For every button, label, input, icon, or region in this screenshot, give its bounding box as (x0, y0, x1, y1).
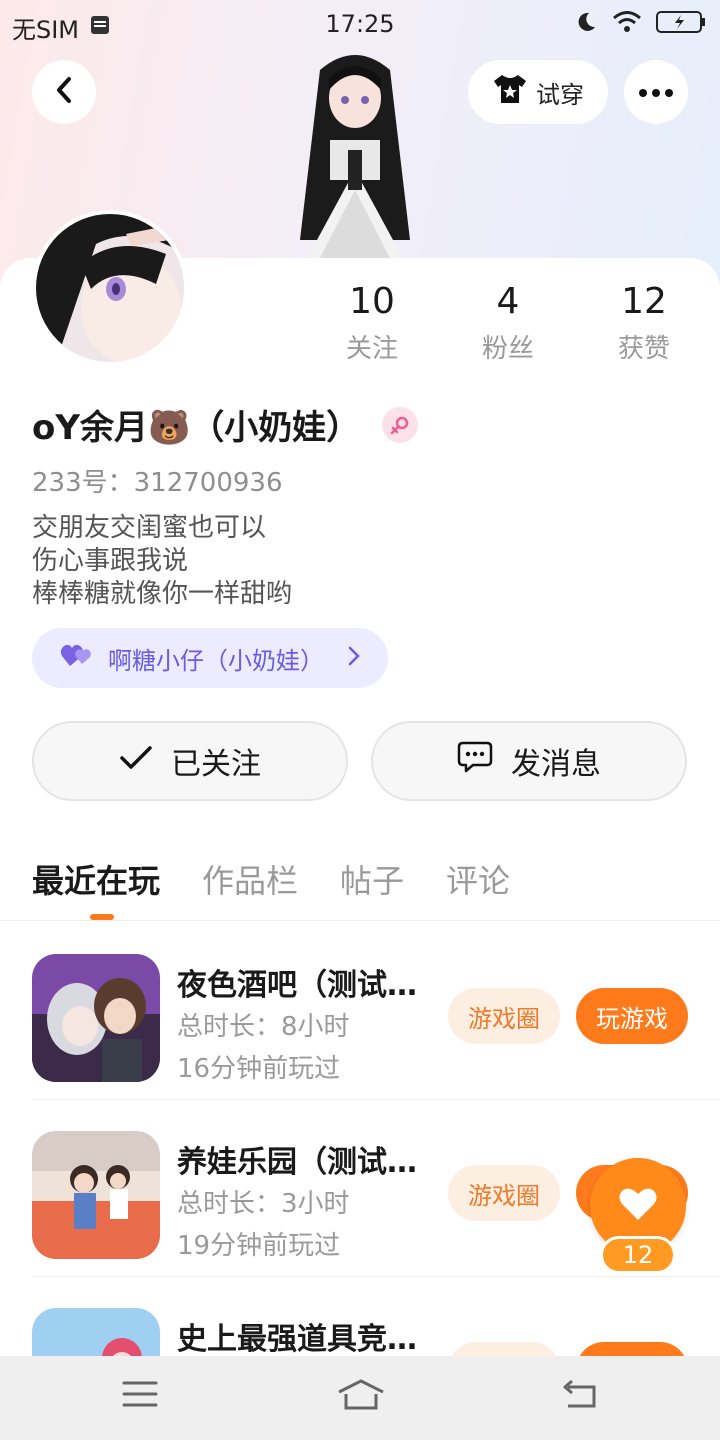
stat-following[interactable]: 10 关注 (312, 280, 432, 365)
stat-likes[interactable]: 12 获赞 (584, 280, 704, 365)
message-button[interactable]: 发消息 (371, 721, 687, 801)
system-nav-bar (0, 1356, 720, 1440)
user-id: 233号：312700936 (32, 468, 283, 498)
chat-bubble-icon (457, 740, 493, 782)
bio-line: 交朋友交闺蜜也可以 (32, 513, 267, 543)
username: oY余月🐻（小奶娃） (32, 408, 361, 448)
more-dots-icon (638, 83, 674, 102)
moon-icon (574, 10, 598, 40)
back-nav-icon[interactable] (560, 1378, 598, 1414)
bio-line: 伤心事跟我说 (32, 546, 189, 576)
bio-line: 棒棒糖就像你一样甜哟 (32, 579, 293, 609)
game-title: 史上最强道具竞… (177, 1322, 417, 1357)
avatar[interactable] (32, 210, 188, 366)
menu-icon[interactable] (122, 1378, 158, 1414)
divider (32, 1099, 720, 1100)
back-button[interactable] (32, 60, 96, 124)
game-last-played: 16分钟前玩过 (177, 1054, 341, 1084)
game-duration: 总时长：3小时 (177, 1189, 350, 1219)
avatar-character-figure (260, 40, 450, 262)
divider (0, 920, 720, 921)
double-heart-icon (60, 642, 94, 674)
followers-label: 粉丝 (481, 334, 534, 364)
list-item[interactable]: 夜色酒吧（测试… 总时长：8小时 16分钟前玩过 游戏圈 玩游戏 (0, 924, 720, 1100)
game-duration: 总时长：8小时 (177, 1012, 350, 1042)
tab-posts[interactable]: 帖子 (340, 856, 404, 902)
game-last-played: 19分钟前玩过 (177, 1231, 341, 1261)
cp-label: 啊糖小仔（小奶娃） (108, 646, 324, 675)
tab-comments[interactable]: 评论 (446, 856, 510, 902)
like-count-badge: 12 (600, 1236, 676, 1274)
shirt-icon (492, 73, 528, 111)
check-icon (119, 744, 153, 779)
female-gender-icon (382, 406, 419, 443)
likes-count: 12 (621, 281, 667, 322)
chevron-left-icon (52, 75, 76, 109)
game-icon (32, 1131, 160, 1259)
follow-button[interactable]: 已关注 (32, 721, 348, 801)
battery-icon (656, 10, 706, 40)
try-on-label: 试穿 (536, 80, 584, 109)
game-title: 养娃乐园（测试… (177, 1145, 417, 1180)
home-icon[interactable] (336, 1378, 386, 1416)
game-circle-button[interactable]: 游戏圈 (448, 1165, 560, 1221)
following-count: 10 (349, 281, 395, 322)
heart-icon (618, 1186, 658, 1226)
cp-relation-pill[interactable]: 啊糖小仔（小奶娃） (32, 628, 388, 688)
bio: 交朋友交闺蜜也可以 伤心事跟我说 棒棒糖就像你一样甜哟 (32, 512, 292, 611)
stat-followers[interactable]: 4 粉丝 (448, 280, 568, 365)
likes-label: 获赞 (617, 334, 670, 364)
more-options-button[interactable] (624, 60, 688, 124)
game-title: 夜色酒吧（测试… (177, 968, 417, 1003)
wifi-icon (612, 10, 642, 40)
followers-count: 4 (496, 281, 520, 322)
divider (32, 1276, 720, 1277)
game-icon (32, 954, 160, 1082)
profile-tabs: 最近在玩 作品栏 帖子 评论 (32, 856, 510, 902)
tab-recently-played[interactable]: 最近在玩 (32, 856, 160, 902)
name-row: oY余月🐻（小奶娃） (32, 400, 419, 449)
follow-label: 已关注 (171, 747, 261, 782)
play-game-button[interactable]: 玩游戏 (576, 988, 688, 1044)
tab-works[interactable]: 作品栏 (202, 856, 298, 902)
game-circle-button[interactable]: 游戏圈 (448, 988, 560, 1044)
try-on-button[interactable]: 试穿 (468, 60, 608, 124)
message-label: 发消息 (511, 747, 601, 782)
chevron-right-icon (348, 644, 360, 672)
following-label: 关注 (345, 334, 398, 364)
